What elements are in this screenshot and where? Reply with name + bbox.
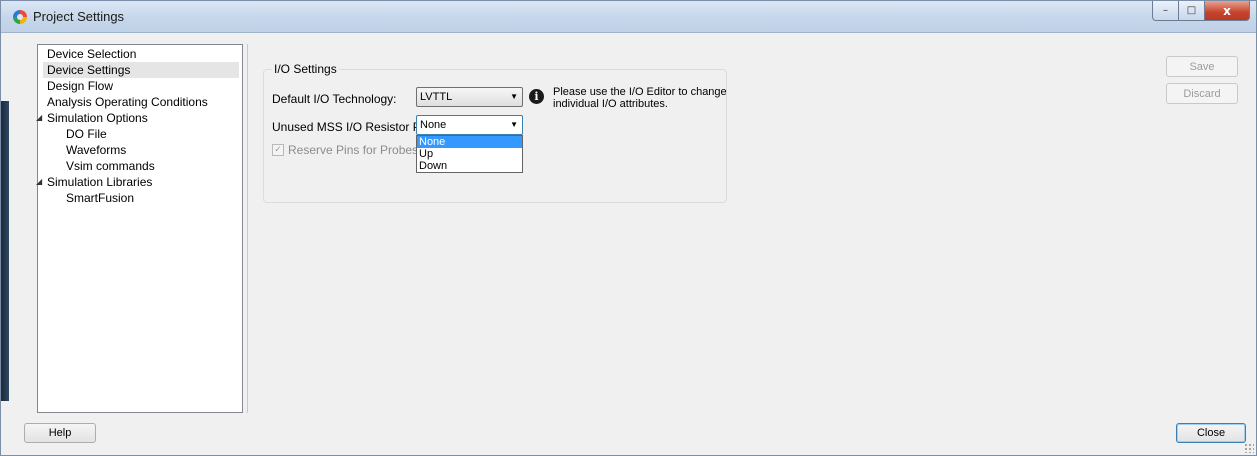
caption-buttons: – □ x: [1152, 1, 1250, 21]
discard-button[interactable]: Discard: [1166, 83, 1238, 104]
minimize-button[interactable]: –: [1152, 1, 1179, 21]
unused-mss-resistor-pull-select[interactable]: None ▼: [416, 115, 523, 135]
default-io-technology-select[interactable]: LVTTL ▼: [416, 87, 523, 107]
dropdown-option-up[interactable]: Up: [417, 148, 522, 160]
resize-grip-icon[interactable]: [1244, 443, 1254, 453]
default-io-technology-value: LVTTL: [420, 91, 453, 103]
tree-item-design-flow[interactable]: Design Flow: [47, 78, 113, 94]
io-settings-group-title: I/O Settings: [272, 62, 339, 76]
chevron-down-icon: ▼: [510, 120, 518, 129]
close-window-button[interactable]: x: [1205, 1, 1250, 21]
tree-item-vsim-commands[interactable]: Vsim commands: [66, 158, 155, 174]
tree-item-do-file[interactable]: DO File: [66, 126, 107, 142]
default-io-technology-label: Default I/O Technology:: [272, 92, 397, 106]
dropdown-option-none[interactable]: None: [417, 136, 522, 148]
reserve-pins-label: Reserve Pins for Probes: [288, 143, 419, 157]
reserve-pins-checkbox-row: ✓ Reserve Pins for Probes: [272, 143, 418, 157]
chevron-down-icon: ▼: [510, 92, 518, 101]
expand-arrow-icon[interactable]: ◢: [36, 110, 42, 126]
minimize-icon: –: [1163, 5, 1168, 16]
app-logo-icon: [13, 10, 27, 24]
resistor-pull-dropdown-list[interactable]: None Up Down: [416, 135, 523, 173]
tree-item-analysis-operating-conditions[interactable]: Analysis Operating Conditions: [47, 94, 208, 110]
help-button[interactable]: Help: [24, 423, 96, 443]
reserve-pins-checkbox[interactable]: ✓: [272, 144, 284, 156]
tree-item-device-settings[interactable]: Device Settings: [43, 62, 239, 78]
window-title: Project Settings: [33, 9, 125, 24]
io-editor-info-text: Please use the I/O Editor to change indi…: [553, 86, 727, 110]
maximize-button[interactable]: □: [1179, 1, 1205, 21]
maximize-icon: □: [1186, 5, 1197, 16]
project-settings-window: Project Settings – □ x Device Selection …: [0, 0, 1257, 456]
background-edge: [1, 101, 9, 401]
close-icon: x: [1223, 3, 1231, 18]
dropdown-option-down[interactable]: Down: [417, 160, 522, 172]
info-icon: i: [529, 89, 544, 104]
tree-item-waveforms[interactable]: Waveforms: [66, 142, 126, 158]
tree-item-smartfusion[interactable]: SmartFusion: [66, 190, 134, 206]
close-button[interactable]: Close: [1176, 423, 1246, 443]
settings-tree[interactable]: Device Selection Device Settings Design …: [36, 44, 243, 413]
tree-item-simulation-options[interactable]: Simulation Options: [47, 110, 148, 126]
tree-item-device-selection[interactable]: Device Selection: [47, 46, 136, 62]
unused-mss-resistor-pull-label: Unused MSS I/O Resistor Pull:: [272, 120, 437, 134]
unused-mss-resistor-pull-value: None: [420, 119, 447, 131]
tree-item-simulation-libraries[interactable]: Simulation Libraries: [47, 174, 152, 190]
save-button[interactable]: Save: [1166, 56, 1238, 77]
title-bar[interactable]: Project Settings – □ x: [1, 1, 1256, 33]
expand-arrow-icon[interactable]: ◢: [36, 174, 42, 190]
